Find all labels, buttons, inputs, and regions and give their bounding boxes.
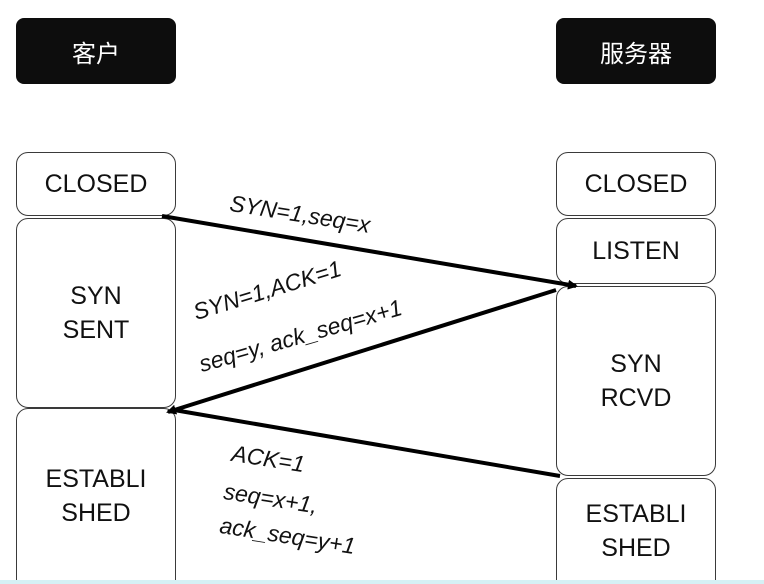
bottom-edge [0,580,764,584]
message-arrows [161,214,578,478]
